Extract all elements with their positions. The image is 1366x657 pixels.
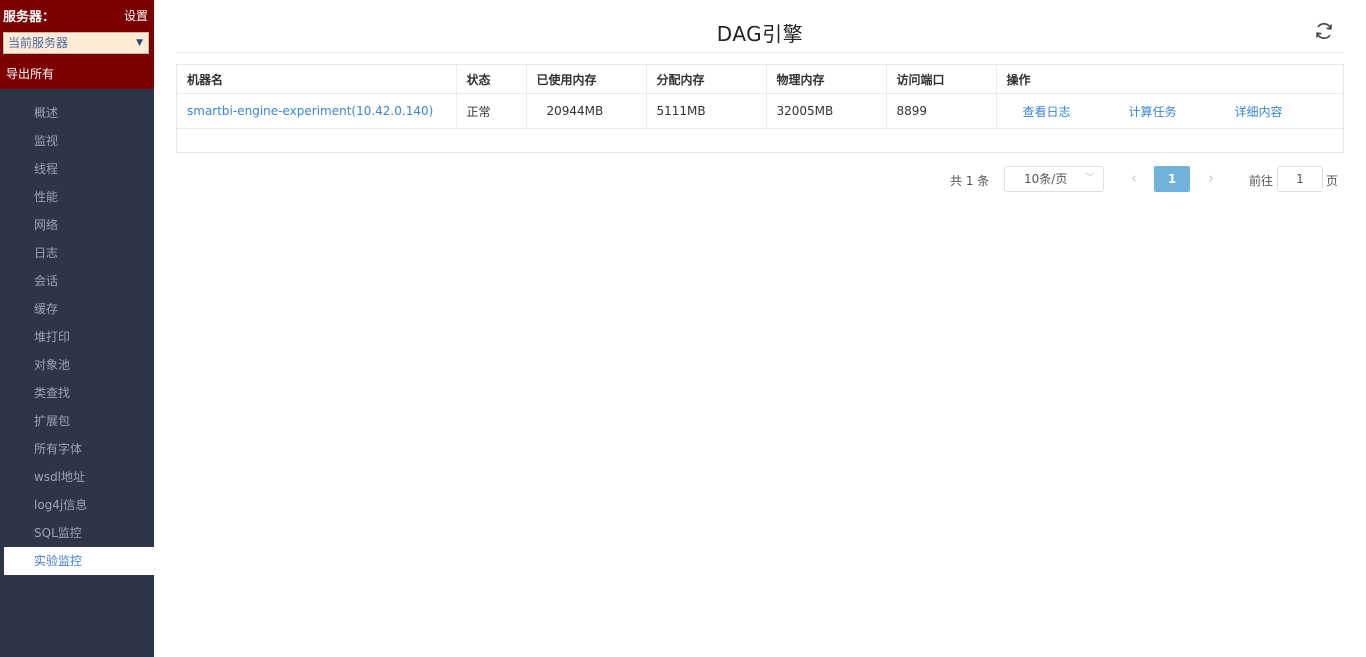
physical-memory-cell: 32005MB xyxy=(766,93,887,129)
column-header-machine: 机器名 xyxy=(177,65,457,94)
used-memory-cell: 20944MB xyxy=(526,93,647,129)
sidebar-item-log4j[interactable]: log4j信息 xyxy=(0,491,154,519)
sidebar: 服务器： 设置 当前服务器 ▼ 导出所有 概述 监视 线程 性能 网络 日志 会… xyxy=(0,0,154,657)
column-header-port: 访问端口 xyxy=(886,65,997,94)
sidebar-item-wsdl[interactable]: wsdl地址 xyxy=(0,463,154,491)
page-unit-label: 页 xyxy=(1326,174,1339,188)
export-all-link[interactable]: 导出所有 xyxy=(6,65,54,82)
column-header-actions: 操作 xyxy=(996,65,1343,94)
server-select-value: 当前服务器 xyxy=(8,36,69,50)
sidebar-item-network[interactable]: 网络 xyxy=(0,211,154,239)
column-header-used-memory: 已使用内存 xyxy=(526,65,647,94)
chevron-down-icon: ﹀ xyxy=(1085,173,1095,184)
sidebar-item-performance[interactable]: 性能 xyxy=(0,183,154,211)
actions-cell: 查看日志 计算任务 详细内容 xyxy=(996,93,1343,129)
sidebar-item-all-fonts[interactable]: 所有字体 xyxy=(0,435,154,463)
column-header-allocated-memory: 分配内存 xyxy=(646,65,767,94)
page-size-value: 10条/页 xyxy=(1024,172,1068,186)
port-cell: 8899 xyxy=(886,93,997,129)
engine-table: 机器名 状态 已使用内存 分配内存 物理内存 访问端口 操作 smartbi-e… xyxy=(176,64,1344,153)
table-header-row: 机器名 状态 已使用内存 分配内存 物理内存 访问端口 操作 xyxy=(177,65,1343,94)
sidebar-item-experiment-monitor[interactable]: 实验监控 xyxy=(4,547,154,575)
status-cell: 正常 xyxy=(456,93,527,129)
table-row: smartbi-engine-experiment(10.42.0.140) 正… xyxy=(177,93,1343,129)
sidebar-item-class-lookup[interactable]: 类查找 xyxy=(0,379,154,407)
machine-name-link[interactable]: smartbi-engine-experiment(10.42.0.140) xyxy=(187,104,433,118)
refresh-icon[interactable] xyxy=(1314,21,1334,41)
view-log-link[interactable]: 查看日志 xyxy=(1023,105,1071,119)
sidebar-item-heap-dump[interactable]: 堆打印 xyxy=(0,323,154,351)
sidebar-nav: 概述 监视 线程 性能 网络 日志 会话 缓存 堆打印 对象池 类查找 扩展包 … xyxy=(0,99,154,575)
page-size-select[interactable]: 10条/页 ﹀ xyxy=(1004,166,1104,192)
total-count: 共 1 条 xyxy=(950,174,990,188)
settings-link[interactable]: 设置 xyxy=(124,7,148,24)
sidebar-item-sessions[interactable]: 会话 xyxy=(0,267,154,295)
sidebar-item-extensions[interactable]: 扩展包 xyxy=(0,407,154,435)
server-select[interactable]: 当前服务器 ▼ xyxy=(3,32,149,54)
server-label: 服务器： xyxy=(3,10,56,25)
prev-page-icon[interactable]: ‹ xyxy=(1125,169,1143,187)
sidebar-item-logs[interactable]: 日志 xyxy=(0,239,154,267)
sidebar-item-object-pool[interactable]: 对象池 xyxy=(0,351,154,379)
goto-label: 前往 xyxy=(1249,174,1274,188)
sidebar-item-overview[interactable]: 概述 xyxy=(0,99,154,127)
sidebar-item-cache[interactable]: 缓存 xyxy=(0,295,154,323)
page-title: DAG引擎 xyxy=(716,22,804,46)
dropdown-arrow-icon: ▼ xyxy=(136,38,143,48)
column-header-status: 状态 xyxy=(456,65,527,94)
page-number-current[interactable]: 1 xyxy=(1154,166,1190,192)
column-header-physical-memory: 物理内存 xyxy=(766,65,887,94)
compute-tasks-link[interactable]: 计算任务 xyxy=(1129,105,1177,119)
sidebar-item-monitor[interactable]: 监视 xyxy=(0,127,154,155)
next-page-icon[interactable]: › xyxy=(1202,169,1220,187)
sidebar-item-sql-monitor[interactable]: SQL监控 xyxy=(0,519,154,547)
allocated-memory-cell: 5111MB xyxy=(646,93,767,129)
goto-page-input[interactable] xyxy=(1277,166,1323,192)
sidebar-header: 服务器： 设置 当前服务器 ▼ 导出所有 xyxy=(0,0,154,89)
details-link[interactable]: 详细内容 xyxy=(1235,105,1283,119)
title-divider xyxy=(176,52,1344,53)
sidebar-item-threads[interactable]: 线程 xyxy=(0,155,154,183)
